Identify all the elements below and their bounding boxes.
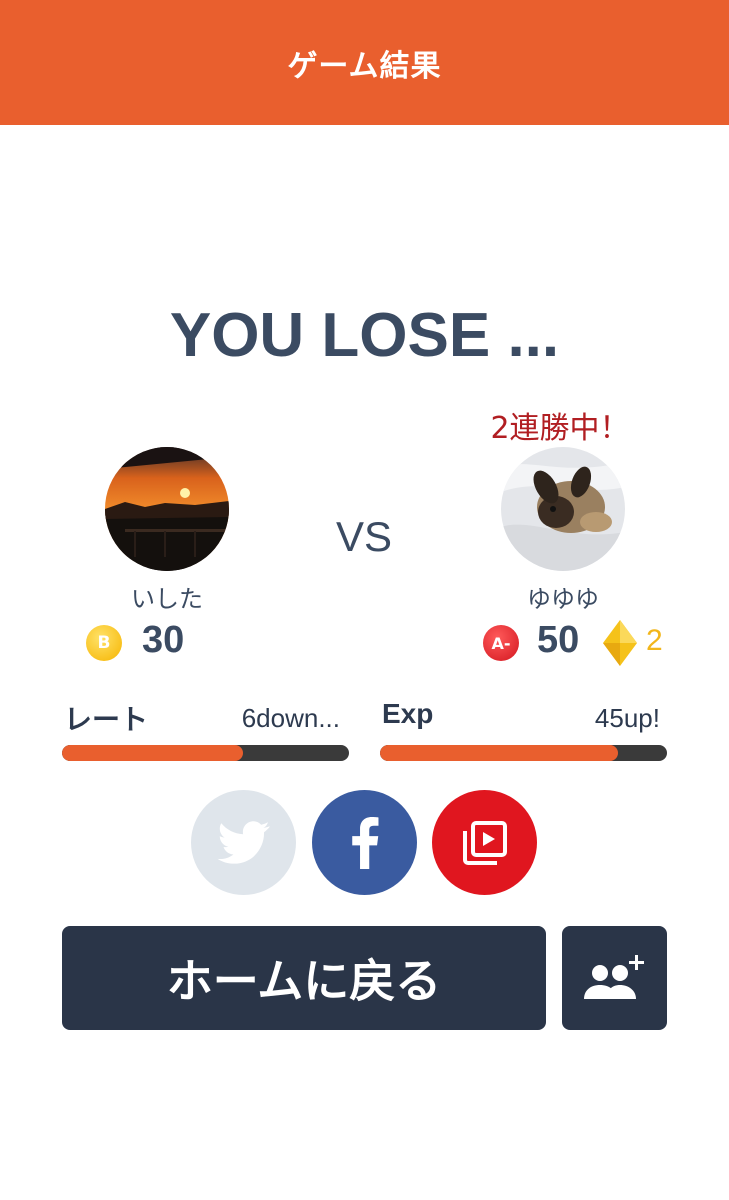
video-icon [462, 820, 507, 865]
game-result-screen: ゲーム結果 YOU LOSE ... 2連勝中！ VS いした ゆゆゆ B 30… [0, 0, 729, 1200]
header-bar: ゲーム結果 [0, 0, 729, 125]
diamond-count: 2 [646, 624, 663, 657]
facebook-icon [351, 816, 378, 869]
add-friend-button[interactable] [562, 926, 667, 1030]
opponent-rank-label: A- [491, 633, 511, 653]
opponent-rank-badge-icon: A- [483, 625, 519, 661]
player-avatar [105, 447, 229, 571]
vs-label: VS [335, 513, 393, 560]
exp-progress-bar [380, 745, 667, 761]
opponent-score: 50 [537, 619, 580, 661]
player-name: いした [131, 585, 203, 613]
twitter-icon [217, 820, 270, 864]
page-title: ゲーム結果 [287, 48, 442, 84]
twitter-share-button[interactable] [191, 790, 296, 895]
rate-label: レート [64, 703, 149, 736]
exp-change: 45up! [594, 703, 660, 733]
player-rank-badge-icon: B [86, 625, 122, 661]
win-streak-label: 2連勝中！ [490, 411, 630, 446]
rate-progress-fill [62, 745, 243, 761]
facebook-share-button[interactable] [312, 790, 417, 895]
diamond-icon [603, 620, 637, 670]
opponent-name: ゆゆゆ [527, 585, 599, 613]
player-score: 30 [142, 619, 185, 661]
result-text: YOU LOSE ... [169, 301, 560, 370]
player-rank-label: B [97, 633, 111, 653]
video-share-button[interactable] [432, 790, 537, 895]
add-friend-icon [583, 955, 644, 999]
rate-progress-bar [62, 745, 349, 761]
opponent-avatar [501, 447, 625, 571]
exp-progress-fill [380, 745, 619, 761]
rate-change: 6down... [241, 703, 340, 733]
exp-label: Exp [382, 698, 434, 729]
back-to-home-button[interactable]: ホームに戻る [62, 926, 546, 1030]
